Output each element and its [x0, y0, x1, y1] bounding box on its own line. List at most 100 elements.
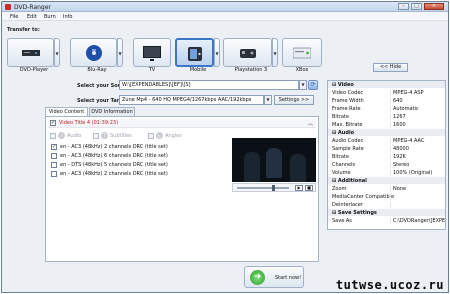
audio-track-checkbox[interactable]: ✓ [51, 144, 57, 150]
target-format-dropdown-arrow[interactable]: ▼ [264, 95, 272, 105]
svg-text:BD: BD [91, 48, 96, 52]
property-row[interactable]: Deinterlacer [328, 201, 445, 208]
angles-all-checkbox[interactable] [148, 133, 154, 139]
maximize-button[interactable]: □ [411, 3, 422, 10]
playback-slider-thumb[interactable] [272, 185, 275, 191]
hide-panel-button[interactable]: << Hide [373, 63, 408, 72]
menu-burn[interactable]: Burn [44, 14, 56, 20]
property-value[interactable]: 1600 [393, 122, 445, 128]
target-playstation-3[interactable]: ▼ Playstation 3 [223, 38, 279, 75]
preview-figure [244, 152, 260, 182]
menu-file[interactable]: File [10, 14, 18, 20]
property-row[interactable]: Sample Rate 48000 [328, 145, 445, 152]
stop-icon[interactable]: ■ [305, 185, 313, 191]
property-category[interactable]: ⊟ Audio [328, 129, 445, 136]
transfer-label: Transfer to: [7, 27, 40, 33]
property-value[interactable]: 1267 [393, 114, 445, 120]
property-row[interactable]: Max. Bitrate 1600 [328, 121, 445, 128]
refresh-icon[interactable]: ⟳ [308, 80, 318, 90]
property-key: MediaCenter Compatible [332, 194, 395, 200]
property-divider [390, 97, 391, 104]
start-now-button[interactable]: ➜ Start now! [244, 266, 304, 288]
property-row[interactable]: Save As C:\DVDRanger\[EXPEN [328, 217, 445, 224]
menu-edit[interactable]: Edit [27, 14, 37, 20]
property-value[interactable]: Stereo [393, 162, 445, 168]
blu-ray-options-arrow[interactable]: ▼ [117, 38, 123, 67]
property-divider [390, 113, 391, 120]
playback-slider[interactable] [237, 187, 289, 189]
property-row[interactable]: Bitrate 1267 [328, 113, 445, 120]
property-key: Audio Codec [332, 138, 364, 144]
property-row[interactable]: Volume 100% (Original) [328, 169, 445, 176]
property-divider [390, 137, 391, 144]
property-value[interactable]: None [393, 186, 445, 192]
watermark-text: tutwse.ucoz.ru [335, 278, 444, 292]
property-category[interactable]: ⊟ Save Settings [328, 209, 445, 216]
video-title-row[interactable]: ✓ Video Title 4 (01:39:23) ︽ [48, 119, 316, 128]
property-key: Video Codec [332, 90, 364, 96]
minimize-button[interactable]: – [398, 3, 409, 10]
audio-track-row[interactable]: en - DTS (48kHz) 5 channels DRC (title s… [51, 161, 231, 169]
audio-track-label: en - DTS (48kHz) 5 channels DRC (title s… [60, 162, 168, 168]
target-format-select[interactable]: Zune Mp4 - 640 HQ MPEG4/1267kbps AAC/192… [119, 95, 264, 105]
tab-video-content[interactable]: Video Content [45, 107, 88, 116]
property-value[interactable]: MPEG-4 AAC [393, 138, 445, 144]
property-value[interactable]: 640 [393, 98, 445, 104]
subtitles-all-checkbox[interactable] [93, 133, 99, 139]
mobile-options-arrow[interactable]: ▼ [214, 38, 220, 67]
property-category[interactable]: ⊟ Additional [328, 177, 445, 184]
source-dropdown-arrow[interactable]: ▼ [299, 80, 307, 90]
property-value[interactable]: 100% (Original) [393, 170, 445, 176]
target-label: Blu-Ray [87, 67, 107, 73]
property-value[interactable]: Automatic [393, 106, 445, 112]
property-row[interactable]: MediaCenter Compatible [328, 193, 445, 200]
target-tv[interactable]: TV [133, 38, 171, 75]
property-key: Max. Bitrate [332, 122, 363, 128]
video-title-checkbox[interactable]: ✓ [50, 120, 56, 126]
audio-track-checkbox[interactable] [51, 171, 57, 177]
tab-dvd-information[interactable]: DVD Information [89, 107, 135, 116]
video-preview [232, 138, 316, 182]
property-value[interactable]: MPEG-4 ASP [393, 90, 445, 96]
property-row[interactable]: Video Codec MPEG-4 ASP [328, 89, 445, 96]
target-mobile[interactable]: ▼ Mobile [175, 38, 221, 75]
audio-track-row[interactable]: en - AC3 (48kHz) 6 channels DRC (title s… [51, 152, 231, 160]
property-row[interactable]: Frame Rate Automatic [328, 105, 445, 112]
app-window: DVD-Ranger – □ × File Edit Burn Info Tra… [1, 1, 449, 293]
property-row[interactable]: Channels Stereo [328, 161, 445, 168]
audio-track-checkbox[interactable] [51, 153, 57, 159]
property-category[interactable]: ⊟ Video [328, 81, 445, 88]
audio-track-row[interactable]: ✓ en - AC3 (48kHz) 2 channels DRC (title… [51, 143, 231, 151]
tv-icon [143, 46, 161, 61]
collapse-chevron-icon[interactable]: ︽ [308, 120, 313, 127]
start-arrow-icon: ➜ [250, 270, 265, 285]
property-row[interactable]: Bitrate 192K [328, 153, 445, 160]
property-row[interactable]: Frame Width 640 [328, 97, 445, 104]
subtitles-icon: T [101, 132, 108, 139]
target-dvd-player[interactable]: ▼ DVD-Player [7, 38, 61, 75]
property-value[interactable]: 192K [393, 154, 445, 160]
target-xbox[interactable]: XBox [282, 38, 322, 75]
audio-track-checkbox[interactable] [51, 162, 57, 168]
property-value[interactable]: C:\DVDRanger\[EXPEN [393, 218, 445, 224]
dvd-player-options-arrow[interactable]: ▼ [54, 38, 60, 67]
property-key: Deinterlacer [332, 202, 363, 208]
target-blu-ray[interactable]: BD ▼ Blu-Ray [70, 38, 124, 75]
property-value[interactable]: 48000 [393, 146, 445, 152]
property-key: Channels [332, 162, 356, 168]
target-label: DVD-Player [19, 67, 49, 73]
playstation-options-arrow[interactable]: ▼ [272, 38, 278, 67]
audio-track-row[interactable]: en - AC3 (48kHz) 2 channels DRC (title s… [51, 170, 231, 178]
close-button[interactable]: × [424, 3, 444, 10]
property-divider [390, 89, 391, 96]
play-icon[interactable]: ▶ [295, 185, 303, 191]
property-row[interactable]: Audio Codec MPEG-4 AAC [328, 137, 445, 144]
property-row[interactable]: Zoom None [328, 185, 445, 192]
settings-button[interactable]: Settings >> [274, 95, 314, 105]
audio-all-checkbox[interactable] [50, 133, 56, 139]
menu-info[interactable]: Info [63, 14, 72, 20]
audio-track-label: en - AC3 (48kHz) 2 channels DRC (title s… [60, 171, 168, 177]
property-key: Volume [332, 170, 351, 176]
source-path-field[interactable]: W:\[EXPENDABLES]\[EF]\[S] [119, 80, 299, 90]
property-key: Frame Width [332, 98, 364, 104]
